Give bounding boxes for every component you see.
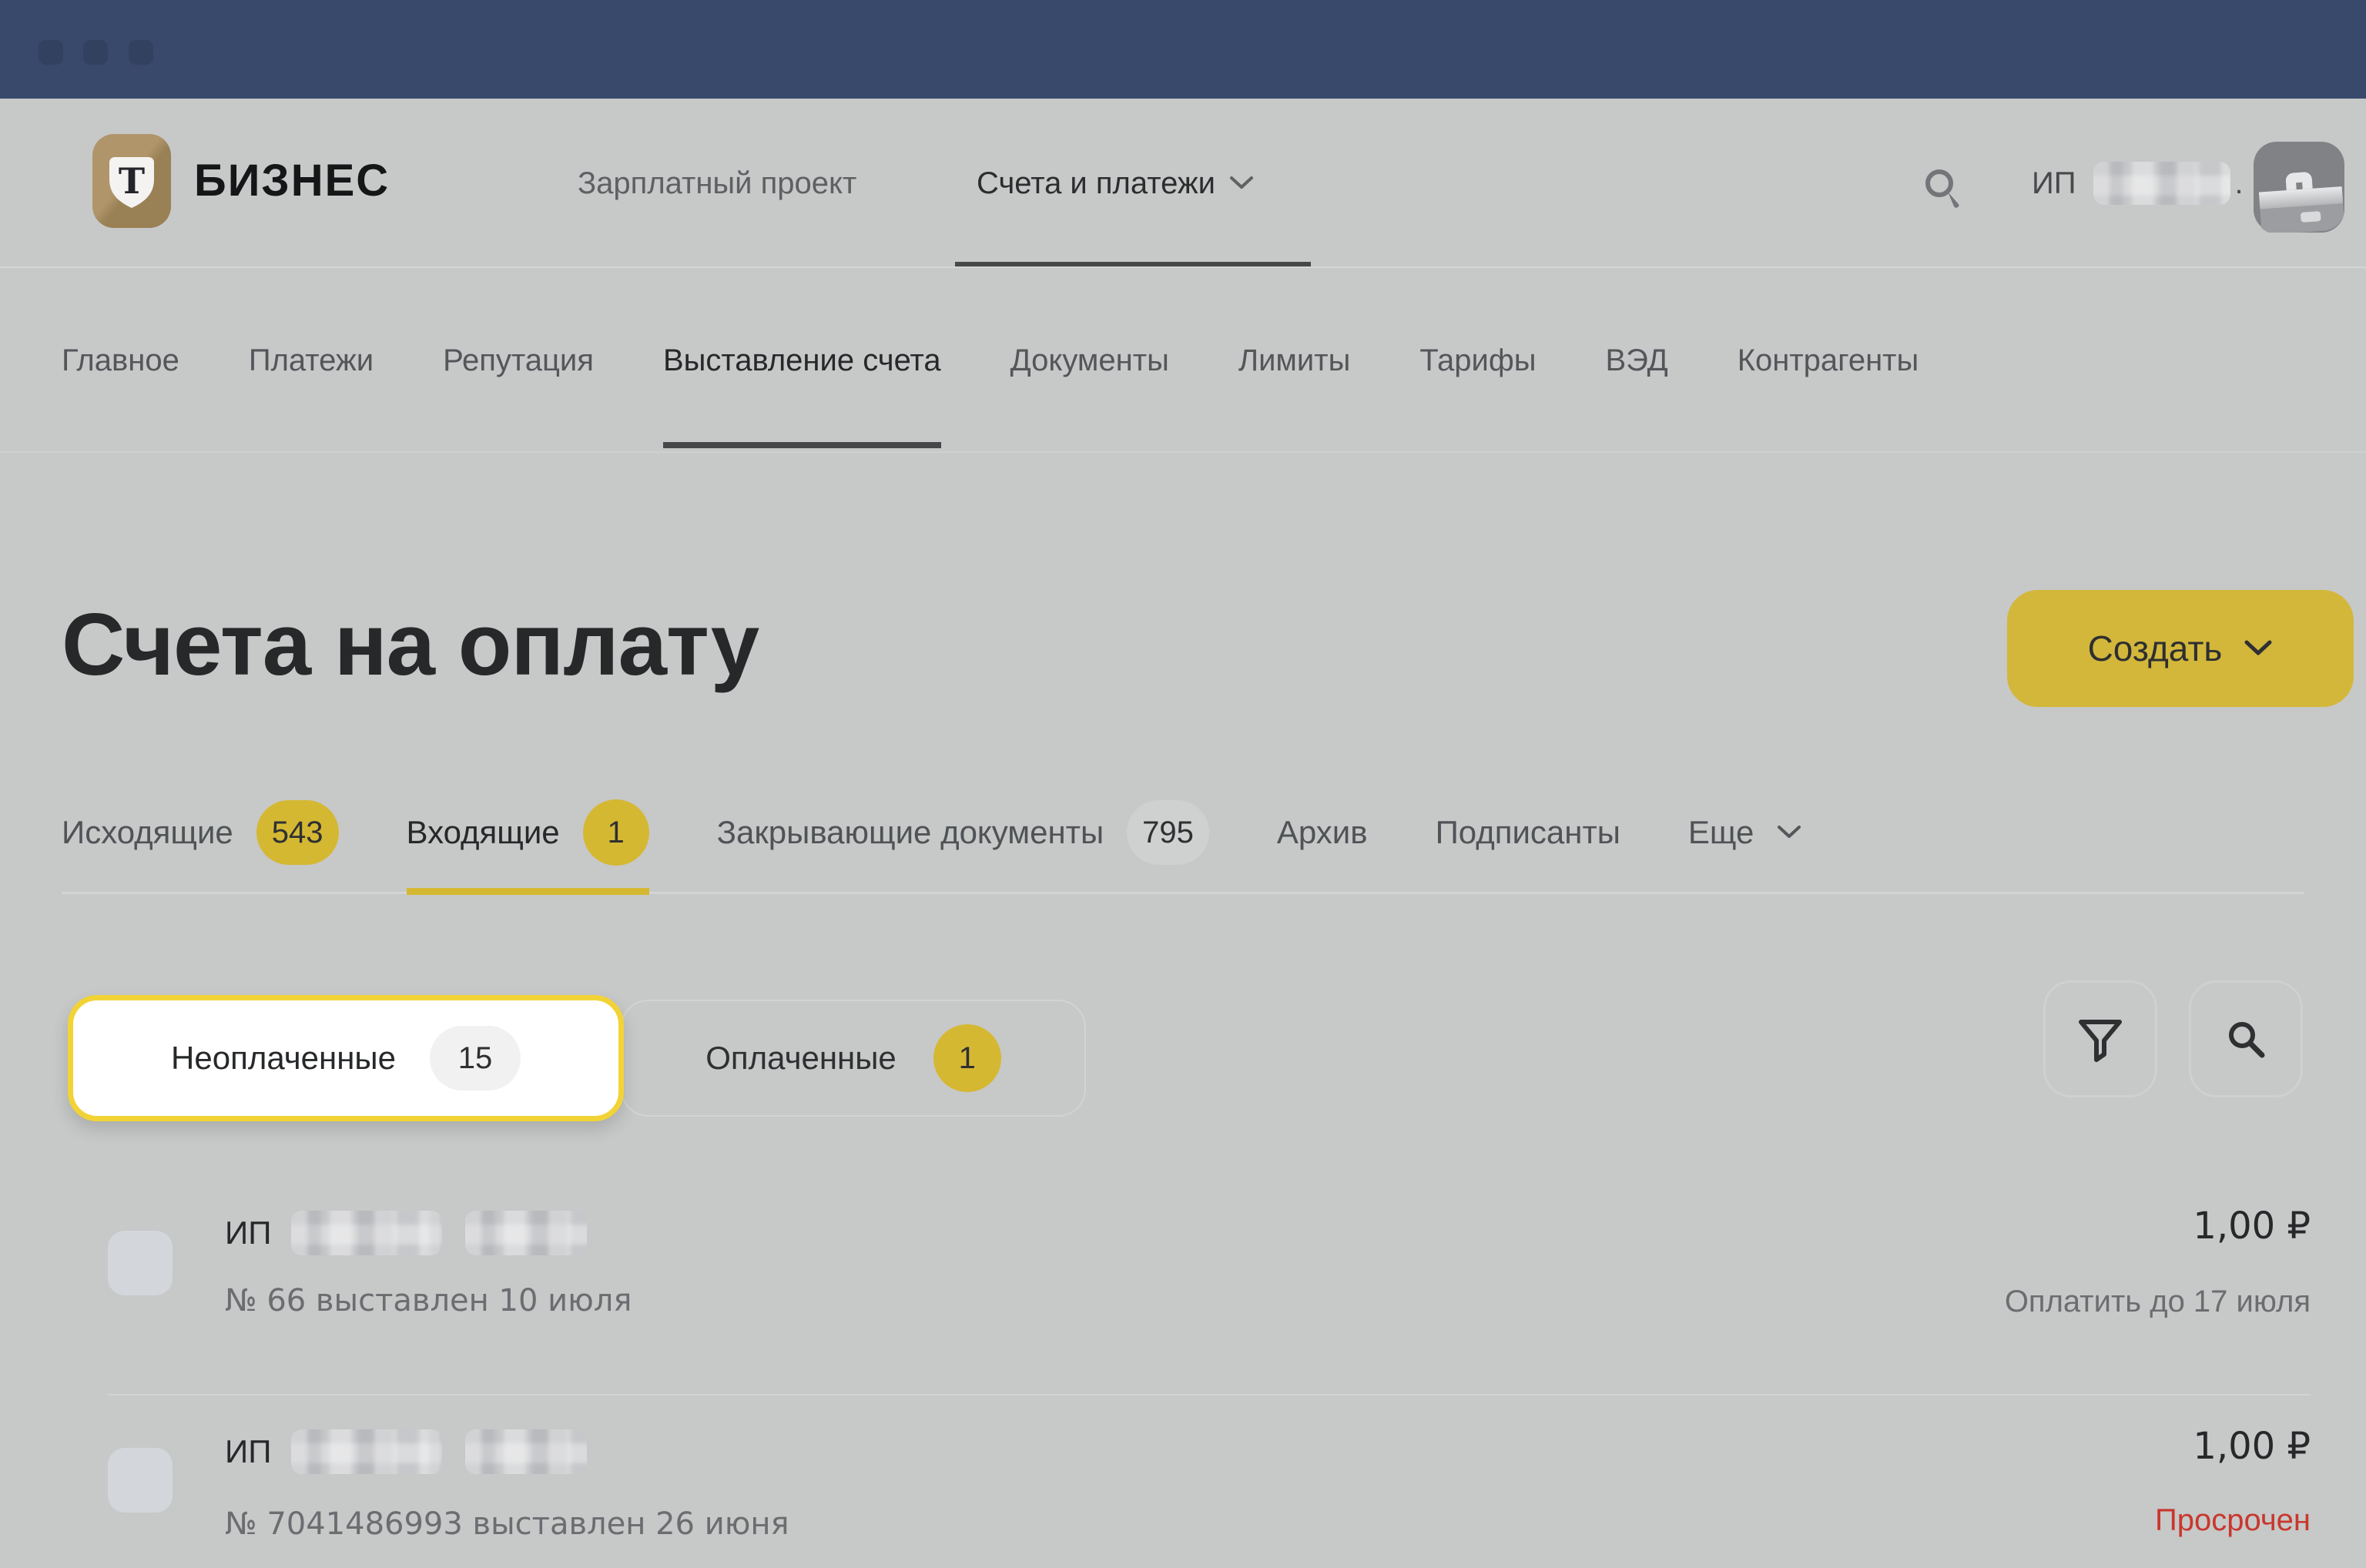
count-badge: 15 [430, 1026, 521, 1091]
invoice-due-status: Просрочен [2155, 1503, 2311, 1538]
funnel-icon [2075, 1016, 2126, 1062]
count-badge: 795 [1127, 800, 1209, 865]
tab-signers[interactable]: Подписанты [1436, 770, 1620, 895]
blurred-account-name [2093, 162, 2230, 205]
subnav-item-tarify[interactable]: Тарифы [1419, 268, 1536, 453]
row-checkbox[interactable] [108, 1231, 173, 1295]
create-button[interactable]: Создать [2007, 590, 2354, 707]
brand-name: БИЗНЕС [194, 142, 390, 220]
invoice-due-status: Оплатить до 17 июля [2005, 1285, 2311, 1319]
briefcase-avatar[interactable] [2254, 142, 2344, 233]
window-control-dot [129, 40, 153, 65]
count-badge: 543 [256, 800, 339, 865]
subnav-item-vystavlenie-scheta[interactable]: Выставление счета [663, 268, 941, 453]
blurred-payer-name [291, 1429, 442, 1474]
blurred-payer-name [465, 1429, 587, 1474]
subnav-item-ved[interactable]: ВЭД [1605, 268, 1667, 453]
invoice-amount: 1,00 ₽ [2193, 1204, 2311, 1248]
count-badge: 1 [933, 1024, 1001, 1092]
invoices-page: Т БИЗНЕС Зарплатный проект Счета и плате… [0, 0, 2366, 1568]
subnav-item-kontragenty[interactable]: Контрагенты [1738, 268, 1919, 453]
blurred-payer-name [465, 1211, 587, 1255]
chevron-down-icon [1229, 176, 1254, 191]
chevron-down-icon [2244, 639, 2273, 658]
blurred-payer-name [291, 1211, 442, 1255]
subnav-item-glavnoe[interactable]: Главное [62, 268, 179, 453]
list-search-button[interactable] [2189, 980, 2303, 1097]
invoice-details: № 66 выставлен 10 июля [225, 1283, 632, 1318]
header-nav-accounts-payments[interactable]: Счета и платежи [977, 99, 1254, 268]
search-icon[interactable] [1919, 163, 1967, 211]
tab-closing-documents[interactable]: Закрывающие документы 795 [717, 770, 1209, 895]
page-title: Счета на оплату [62, 595, 759, 695]
subnav-item-reputaciya[interactable]: Репутация [443, 268, 594, 453]
window-control-dot [39, 40, 63, 65]
invoice-amount: 1,00 ₽ [2193, 1425, 2311, 1468]
payer-name: ИП [225, 1429, 587, 1474]
tab-archive[interactable]: Архив [1277, 770, 1368, 895]
app-header: Т БИЗНЕС Зарплатный проект Счета и плате… [0, 99, 2366, 268]
t-bank-logo-icon[interactable]: Т [92, 134, 171, 228]
invoice-tabs: Исходящие 543 Входящие 1 Закрывающие док… [62, 770, 2304, 895]
header-nav-salary-project[interactable]: Зарплатный проект [578, 99, 856, 268]
subnav-divider [0, 451, 2366, 453]
chevron-down-icon [1777, 825, 1801, 840]
count-badge: 1 [583, 799, 649, 866]
subnav-item-limity[interactable]: Лимиты [1238, 268, 1351, 453]
filter-button[interactable] [2043, 980, 2157, 1097]
subnav-item-dokumenty[interactable]: Документы [1010, 268, 1169, 453]
section-nav: Главное Платежи Репутация Выставление сч… [0, 268, 2366, 453]
row-checkbox[interactable] [108, 1448, 173, 1513]
segment-unpaid-selected[interactable]: Неоплаченные 15 [68, 995, 624, 1121]
search-icon [2222, 1015, 2270, 1063]
tab-incoming[interactable]: Входящие 1 [407, 770, 649, 895]
invoice-details: № 7041486993 выставлен 26 июня [225, 1506, 789, 1542]
tab-outgoing[interactable]: Исходящие 543 [62, 770, 339, 895]
tab-more[interactable]: Еще [1688, 770, 1801, 895]
account-chip[interactable]: ИП . [2032, 99, 2244, 268]
browser-top-bar [0, 0, 2366, 99]
row-divider [108, 1394, 2311, 1395]
svg-text:Т: Т [119, 160, 145, 202]
subnav-item-platezhi[interactable]: Платежи [249, 268, 374, 453]
window-control-dot [83, 40, 108, 65]
payer-name: ИП [225, 1211, 587, 1255]
segment-paid[interactable]: Оплаченные 1 [621, 1000, 1086, 1117]
